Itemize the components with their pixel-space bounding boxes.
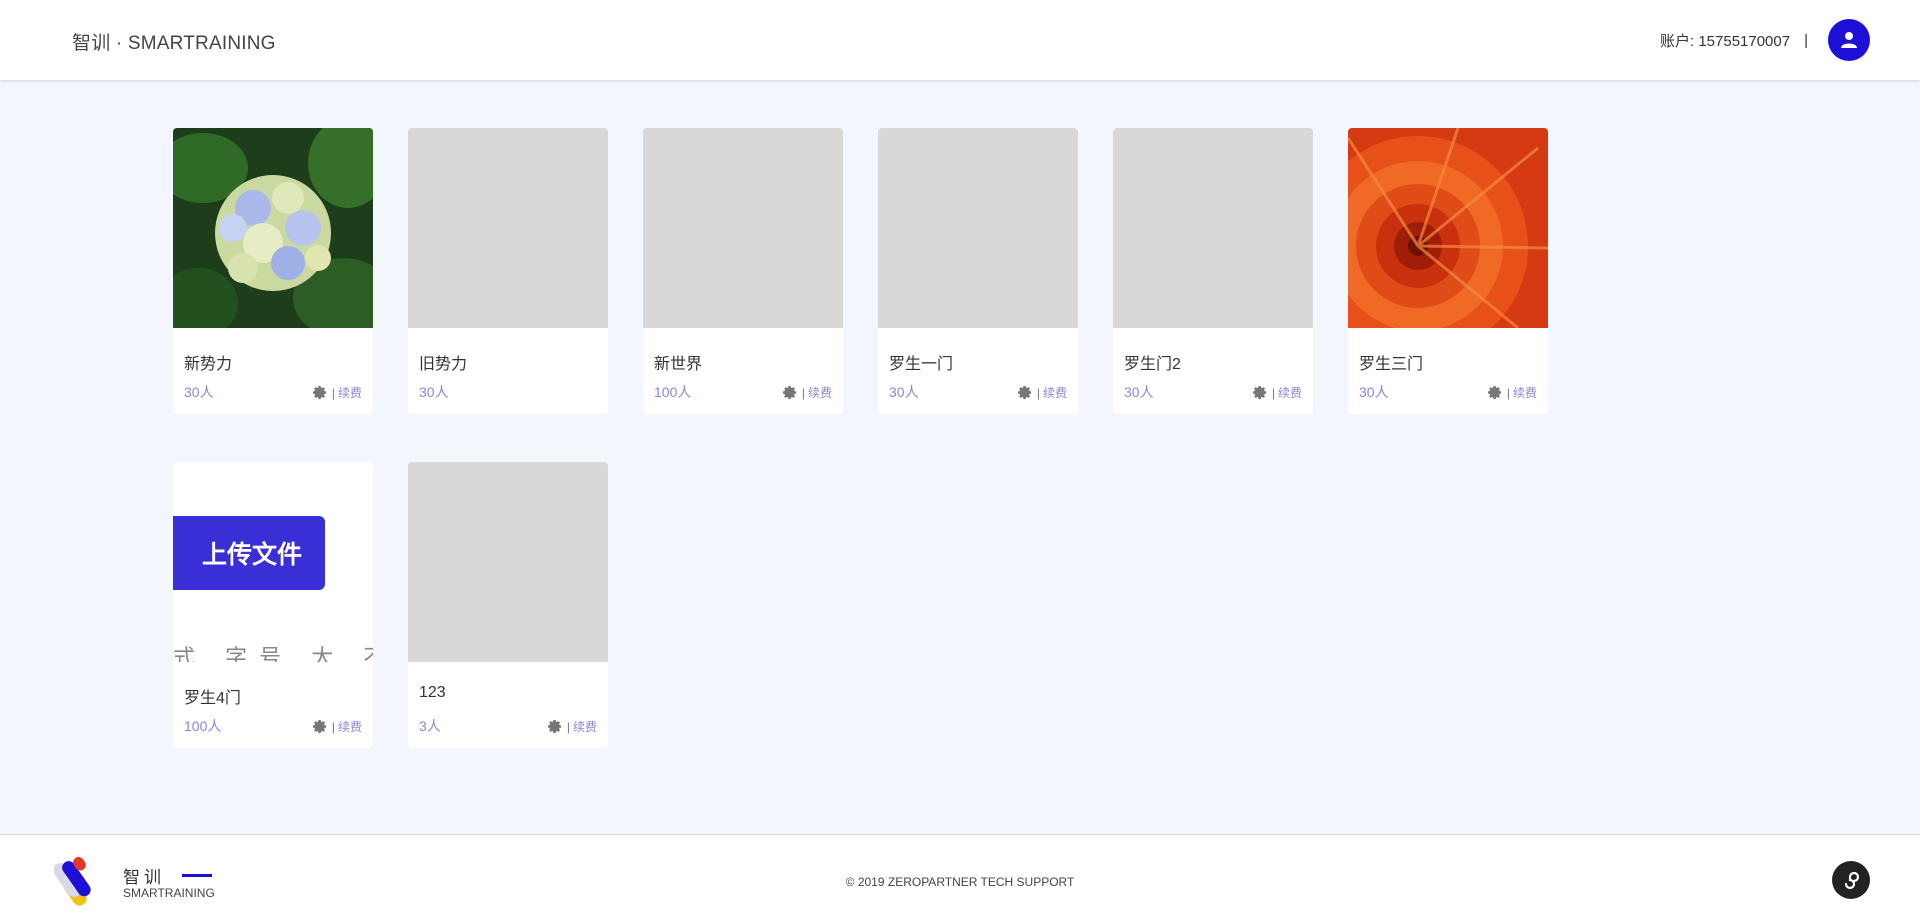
hydrangea-image	[173, 128, 373, 328]
card-title: 123	[419, 684, 446, 701]
card-actions: | 续费	[312, 718, 362, 735]
renew-link[interactable]: 续费	[338, 384, 362, 401]
account-label: 账户: 15755170007	[1659, 33, 1791, 50]
card-thumbnail-chrysanthemum	[1348, 128, 1548, 328]
card-thumbnail-placeholder	[878, 128, 1078, 328]
renew-link[interactable]: 续费	[1043, 384, 1067, 401]
actions-divider: |	[1271, 385, 1275, 400]
renew-link[interactable]: 续费	[1278, 384, 1302, 401]
card-member-count: 100人	[184, 718, 222, 734]
class-card[interactable]: 罗生三门 30人 | 续费	[1348, 128, 1548, 414]
actions-divider: |	[566, 719, 570, 734]
user-icon	[1841, 32, 1857, 48]
actions-divider: |	[331, 385, 335, 400]
card-actions: | 续费	[1017, 384, 1067, 401]
renew-link[interactable]: 续费	[1513, 384, 1537, 401]
renew-link[interactable]: 续费	[338, 718, 362, 735]
mini-program-icon[interactable]	[1832, 861, 1870, 899]
card-member-count: 30人	[184, 384, 214, 400]
actions-divider: |	[1036, 385, 1040, 400]
gear-icon[interactable]	[312, 385, 328, 400]
account-info: 账户: 15755170007 |	[1660, 30, 1808, 51]
chrysanthemum-image	[1348, 128, 1548, 328]
gear-icon[interactable]	[1487, 385, 1503, 400]
actions-divider: |	[1506, 385, 1510, 400]
class-card[interactable]: 新势力 30人 | 续费	[173, 128, 373, 414]
class-card[interactable]: 新世界 100人 | 续费	[643, 128, 843, 414]
class-card[interactable]: 旧势力 30人	[408, 128, 608, 414]
gear-icon[interactable]	[547, 719, 563, 734]
card-member-count: 30人	[889, 384, 919, 400]
user-avatar-button[interactable]	[1828, 19, 1870, 61]
card-thumbnail-hydrangea	[173, 128, 373, 328]
card-title: 罗生4门	[184, 690, 241, 707]
gear-icon[interactable]	[782, 385, 798, 400]
card-member-count: 30人	[419, 384, 449, 400]
card-title: 新势力	[184, 356, 233, 373]
avatar-menu-indicator	[1866, 36, 1872, 46]
mini-program-glyph-icon	[1844, 871, 1860, 890]
card-member-count: 3人	[419, 718, 441, 734]
gear-icon[interactable]	[1252, 385, 1268, 400]
card-actions: | 续费	[312, 384, 362, 401]
top-navbar: 智训 · SMARTRAINING 账户: 15755170007 |	[0, 0, 1920, 80]
card-actions: | 续费	[1252, 384, 1302, 401]
renew-link[interactable]: 续费	[808, 384, 832, 401]
card-title: 旧势力	[419, 356, 468, 373]
card-actions: | 续费	[547, 718, 597, 735]
gear-icon[interactable]	[312, 719, 328, 734]
page-footer: 智训 SMARTRAINING © 2019 ZEROPARTNER TECH …	[0, 834, 1920, 924]
card-thumbnail-placeholder	[408, 128, 608, 328]
card-thumbnail-placeholder	[1113, 128, 1313, 328]
card-thumbnail-upload-screenshot: 上传文件 式 字号 大 不	[173, 462, 373, 662]
card-thumbnail-placeholder	[408, 462, 608, 662]
card-member-count: 30人	[1124, 384, 1154, 400]
class-card[interactable]: 罗生门2 30人 | 续费	[1113, 128, 1313, 414]
brand-title[interactable]: 智训 · SMARTRAINING	[72, 28, 276, 55]
card-title: 新世界	[654, 356, 703, 373]
thumbnail-cut-text: 式 字号 大 不	[173, 645, 373, 662]
card-title: 罗生门2	[1124, 356, 1181, 373]
card-thumbnail-placeholder	[643, 128, 843, 328]
card-title: 罗生一门	[889, 356, 954, 373]
class-card[interactable]: 罗生一门 30人 | 续费	[878, 128, 1078, 414]
class-card[interactable]: 上传文件 式 字号 大 不 罗生4门 100人 | 续费	[173, 462, 373, 748]
card-member-count: 100人	[654, 384, 692, 400]
actions-divider: |	[801, 385, 805, 400]
footer-copyright: © 2019 ZEROPARTNER TECH SUPPORT	[845, 875, 1075, 889]
account-separator: |	[1804, 32, 1808, 49]
card-actions: | 续费	[782, 384, 832, 401]
thumbnail-upload-button-image: 上传文件	[173, 516, 325, 590]
renew-link[interactable]: 续费	[573, 718, 597, 735]
card-title: 罗生三门	[1359, 356, 1424, 373]
card-member-count: 30人	[1359, 384, 1389, 400]
class-card[interactable]: 123 3人 | 续费	[408, 462, 608, 748]
card-actions: | 续费	[1487, 384, 1537, 401]
actions-divider: |	[331, 719, 335, 734]
gear-icon[interactable]	[1017, 385, 1033, 400]
